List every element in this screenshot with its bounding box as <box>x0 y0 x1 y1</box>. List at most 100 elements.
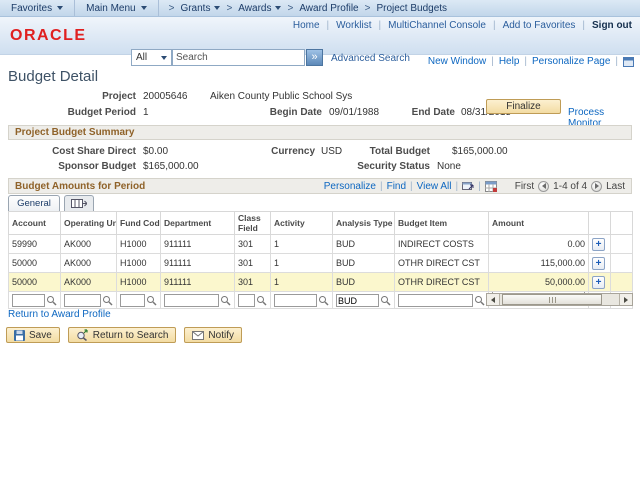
chevron-down-icon <box>214 6 220 10</box>
class-field-entry-input[interactable] <box>238 294 255 307</box>
zoom-popup-icon[interactable] <box>462 181 474 191</box>
pager-prev-button[interactable] <box>538 181 549 192</box>
scroll-left-icon <box>491 297 495 303</box>
horizontal-scrollbar[interactable] <box>486 293 633 306</box>
layout-window-icon[interactable] <box>623 57 634 67</box>
toolbar: Save Return to Search Notify <box>6 327 242 343</box>
add-row-button[interactable]: + <box>592 238 605 251</box>
account-entry-input[interactable] <box>12 294 45 307</box>
scroll-left-button[interactable] <box>487 294 500 305</box>
separator: | <box>379 20 382 31</box>
finalize-button[interactable]: Finalize <box>486 99 561 114</box>
save-label: Save <box>29 330 52 341</box>
separator: | <box>410 181 413 192</box>
lookup-icon[interactable] <box>46 295 57 306</box>
pager-next-button[interactable] <box>591 181 602 192</box>
department-entry-input[interactable] <box>164 294 219 307</box>
grid-title: Budget Amounts for Period <box>15 181 145 192</box>
operating-unit-entry-input[interactable] <box>64 294 101 307</box>
project-budget-summary-header: Project Budget Summary <box>8 125 632 140</box>
breadcrumb-current-page: Project Budgets <box>376 3 447 14</box>
breadcrumb-grants[interactable]: Grants <box>180 3 220 14</box>
analysis-type-entry-input[interactable] <box>336 294 379 307</box>
header: ORACLE Home | Worklist | MultiChannel Co… <box>0 17 640 55</box>
cell-activity: 1 <box>271 273 333 292</box>
show-all-columns-tab[interactable] <box>64 195 94 211</box>
cell-operating-unit: AK000 <box>61 235 117 254</box>
cell-blank <box>611 235 633 254</box>
budget-period-label: Budget Period <box>46 107 136 118</box>
lookup-icon[interactable] <box>102 295 113 306</box>
breadcrumb-award-profile-label: Award Profile <box>299 3 358 14</box>
search-go-button[interactable]: » <box>306 49 323 66</box>
download-spreadsheet-icon[interactable] <box>485 181 497 192</box>
table-row: 50000 AK000 H1000 911111 301 1 BUD OTHR … <box>9 254 633 273</box>
search-scope-select[interactable]: All <box>131 49 172 66</box>
grip-icon <box>552 297 553 303</box>
cell-budget-item: INDIRECT COSTS <box>395 235 489 254</box>
breadcrumb-separator: > <box>226 3 232 14</box>
table-header-row: Account Operating Unit Fund Code Departm… <box>9 212 633 235</box>
notify-button[interactable]: Notify <box>184 327 242 343</box>
add-row-button[interactable]: + <box>592 276 605 289</box>
find-link[interactable]: Find <box>387 181 406 192</box>
col-fund-code: Fund Code <box>117 212 161 235</box>
lookup-icon[interactable] <box>146 295 157 306</box>
main-menu[interactable]: Main Menu <box>75 0 158 16</box>
favorites-menu[interactable]: Favorites <box>0 0 75 16</box>
separator: | <box>380 181 383 192</box>
cell-class-field: 301 <box>235 254 271 273</box>
lookup-icon[interactable] <box>256 295 267 306</box>
breadcrumb-award-profile[interactable]: Award Profile <box>299 3 358 14</box>
notify-envelope-icon <box>192 331 204 340</box>
header-links: Home | Worklist | MultiChannel Console |… <box>293 20 632 31</box>
personalize-link[interactable]: Personalize <box>324 181 376 192</box>
add-to-favorites-link[interactable]: Add to Favorites <box>503 20 576 31</box>
summary-title: Project Budget Summary <box>15 127 134 138</box>
sponsor-budget-value: $165,000.00 <box>143 161 199 172</box>
lookup-icon[interactable] <box>220 295 231 306</box>
personalize-page-link[interactable]: Personalize Page <box>532 56 610 67</box>
breadcrumb: Favorites Main Menu > Grants > Awards > … <box>0 0 640 17</box>
cell-activity: 1 <box>271 254 333 273</box>
col-budget-item: Budget Item <box>395 212 489 235</box>
return-to-search-label: Return to Search <box>93 330 169 341</box>
scrollbar-track[interactable] <box>500 294 619 305</box>
scroll-right-button[interactable] <box>619 294 632 305</box>
new-window-link[interactable]: New Window <box>428 56 486 67</box>
table-row-selected: 50000 AK000 H1000 911111 301 1 BUD OTHR … <box>9 273 633 292</box>
col-operating-unit: Operating Unit <box>61 212 117 235</box>
add-row-button[interactable]: + <box>592 257 605 270</box>
sign-out-link[interactable]: Sign out <box>592 20 632 31</box>
search-input[interactable] <box>172 49 305 66</box>
lookup-icon[interactable] <box>318 295 329 306</box>
advanced-search-link[interactable]: Advanced Search <box>331 53 410 64</box>
save-button[interactable]: Save <box>6 327 60 343</box>
lookup-icon[interactable] <box>474 295 485 306</box>
cell-analysis-type: BUD <box>333 254 395 273</box>
breadcrumb-awards[interactable]: Awards <box>238 3 281 14</box>
pager-last[interactable]: Last <box>606 181 625 192</box>
oracle-logo: ORACLE <box>10 27 87 45</box>
activity-entry-input[interactable] <box>274 294 317 307</box>
save-disk-icon <box>14 330 25 341</box>
view-all-link[interactable]: View All <box>417 181 452 192</box>
help-link[interactable]: Help <box>499 56 520 67</box>
budget-item-entry-input[interactable] <box>398 294 473 307</box>
main-menu-label: Main Menu <box>86 3 135 14</box>
home-link[interactable]: Home <box>293 20 320 31</box>
separator: | <box>327 20 330 31</box>
col-amount: Amount <box>489 212 589 235</box>
separator: | <box>615 56 618 67</box>
currency-label: Currency <box>240 146 315 157</box>
return-to-award-profile-link[interactable]: Return to Award Profile <box>8 309 111 320</box>
double-chevron-icon: » <box>311 51 317 63</box>
fund-code-entry-input[interactable] <box>120 294 145 307</box>
lookup-icon[interactable] <box>380 295 391 306</box>
tab-general[interactable]: General <box>8 195 60 211</box>
pager-first[interactable]: First <box>515 181 534 192</box>
worklist-link[interactable]: Worklist <box>336 20 371 31</box>
multichannel-console-link[interactable]: MultiChannel Console <box>388 20 486 31</box>
scrollbar-thumb[interactable] <box>502 294 602 305</box>
return-to-search-button[interactable]: Return to Search <box>68 327 177 343</box>
